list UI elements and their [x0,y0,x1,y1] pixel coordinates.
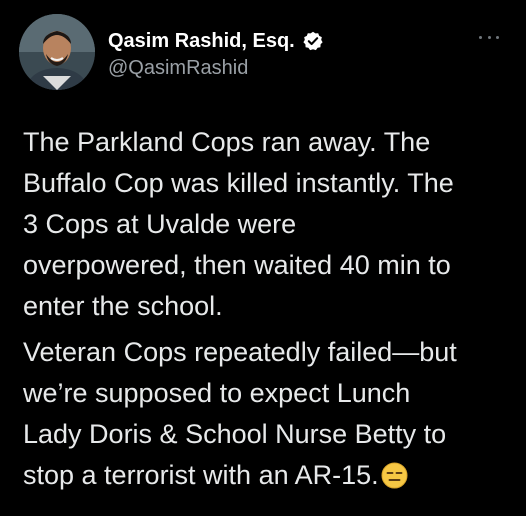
tweet-paragraph-1: The Parkland Cops ran away. The Buffalo … [23,127,454,321]
tweet-card: Qasim Rashid, Esq. @QasimRashid The Park… [0,0,526,516]
display-name[interactable]: Qasim Rashid, Esq. [108,29,295,53]
tweet-paragraph-2: Veteran Cops repeatedly failed—but we’re… [23,332,513,496]
name-row: Qasim Rashid, Esq. [108,29,448,53]
user-handle[interactable]: @QasimRashid [108,56,448,80]
tweet-text: The Parkland Cops ran away. The Buffalo … [23,122,513,496]
tweet-author[interactable]: Qasim Rashid, Esq. @QasimRashid [108,29,448,80]
more-dot [496,35,499,39]
avatar[interactable] [19,14,95,90]
more-dot [487,35,491,39]
more-dot [479,35,482,39]
expressionless-face-icon [381,460,408,489]
verified-badge-icon [303,31,323,51]
avatar-image [19,14,95,90]
more-options-icon[interactable] [479,34,499,40]
